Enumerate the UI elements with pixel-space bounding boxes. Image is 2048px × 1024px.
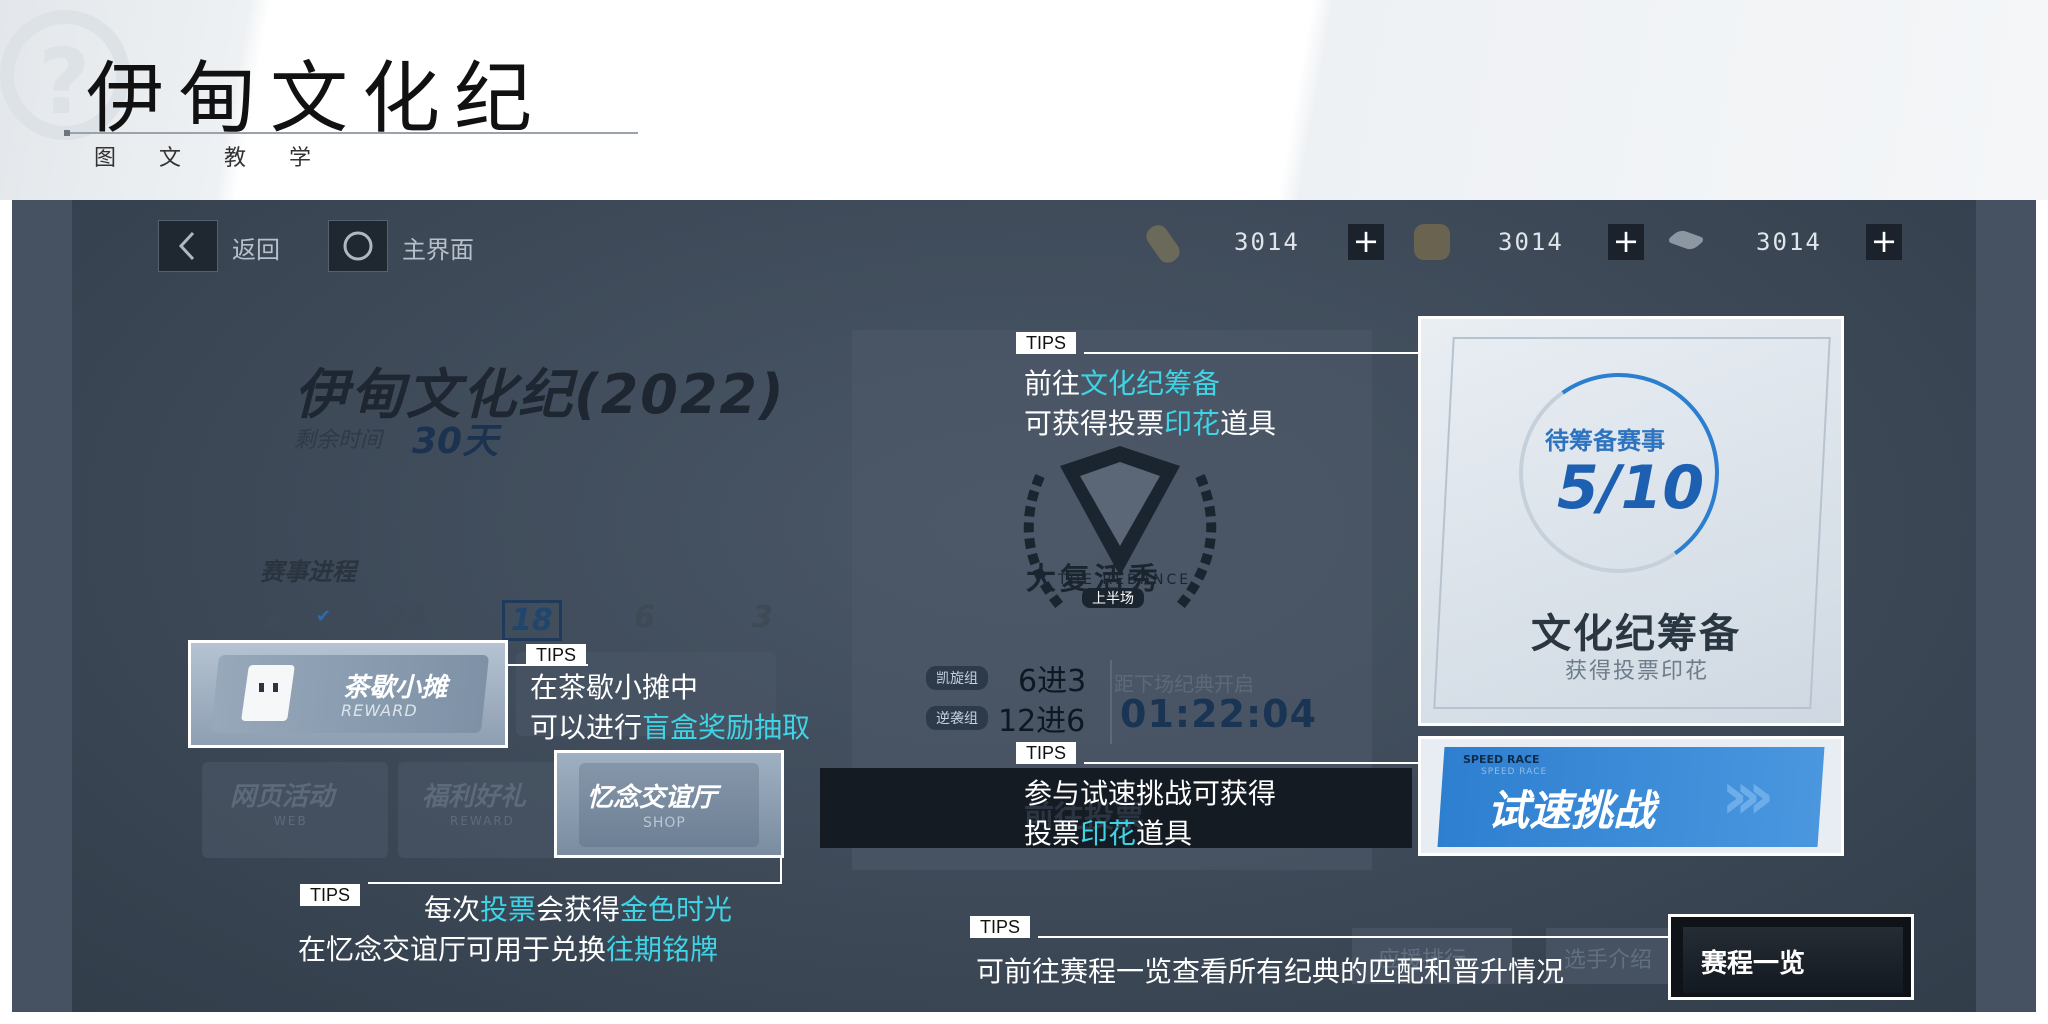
progress-stage-audition: 海选 — [260, 612, 305, 637]
question-mark-icon: ? — [38, 30, 91, 135]
add-resource-1-button[interactable]: + — [1348, 224, 1384, 260]
tip1-part-c: 可获得投票 — [1024, 407, 1165, 440]
prep-sub: 获得投票印花 — [1565, 659, 1710, 684]
speed-challenge-title: 试速挑战 — [1487, 786, 1656, 835]
tip-leader-3 — [1084, 762, 1418, 764]
memory-hall-sub: SHOP — [643, 815, 686, 831]
tip-text-4: 每次投票会获得金色时光 在忆念交谊厅可用于兑换往期铭牌 — [298, 890, 732, 970]
tip4-highlight-plate: 往期铭牌 — [606, 933, 719, 966]
tip-tag-5: TIPS — [970, 916, 1031, 938]
progress-stage-18: 18 — [502, 600, 562, 641]
add-resource-3-button[interactable]: + — [1866, 224, 1902, 260]
tip-tag-3: TIPS — [1016, 742, 1077, 764]
memory-hall-title: 忆念交谊厅 — [587, 783, 718, 813]
box-eye-right — [273, 683, 278, 692]
chevron-right-icon: ››› — [1721, 757, 1774, 834]
tip2-highlight-blindbox: 盲盒奖励抽取 — [642, 711, 811, 744]
match-value-1: 6进3 — [1018, 664, 1087, 699]
add-resource-2-button[interactable]: + — [1608, 224, 1644, 260]
prep-pending-label: 待筹备赛事 — [1545, 427, 1665, 455]
schedule-label: 赛程一览 — [1701, 949, 1806, 979]
tip-tag-2: TIPS — [526, 644, 587, 666]
tip1-highlight-stamp: 印花 — [1164, 407, 1221, 440]
back-label: 返回 — [232, 236, 280, 264]
match-group-badge-2: 逆袭组 — [926, 706, 988, 730]
chevron-left-icon — [178, 231, 195, 261]
tea-stall-button[interactable]: 茶歇小摊 REWARD — [188, 640, 508, 748]
resource-value-2: 3014 — [1498, 228, 1564, 256]
tip-text-1: 前往文化纪筹备 可获得投票印花道具 — [1024, 364, 1276, 444]
progress-stage-3: 3 — [752, 600, 773, 635]
tip-text-5: 可前往赛程一览查看所有纪典的匹配和晋升情况 — [976, 955, 1565, 988]
progress-label: 赛事进程 — [260, 558, 356, 586]
match-group-badge-1: 凯旋组 — [926, 666, 988, 690]
progress-stage-6: 6 — [634, 600, 655, 635]
home-circle-icon — [343, 231, 373, 261]
remaining-time-label: 剩余时间 — [294, 428, 383, 453]
title-divider-dot — [64, 130, 70, 136]
blind-box-icon — [241, 665, 295, 721]
tip1-highlight-prep: 文化纪筹备 — [1080, 367, 1221, 400]
resource-value-3: 3014 — [1756, 228, 1822, 256]
progress-stage-24: 24 — [386, 600, 428, 635]
tip-leader-1 — [1084, 352, 1418, 354]
page-subtitle: 图 文 教 学 — [94, 146, 329, 171]
tip4-highlight-gold: 金色时光 — [620, 893, 733, 926]
tip3-part-b: 投票 — [1024, 817, 1081, 850]
resource-value-1: 3014 — [1234, 228, 1300, 256]
title-divider — [64, 132, 638, 134]
tea-stall-title: 茶歇小摊 — [343, 673, 448, 703]
home-button[interactable] — [328, 220, 388, 272]
welfare-gift-sub: REWARD — [450, 814, 515, 828]
tea-stall-sub: REWARD — [341, 701, 418, 720]
web-activity-sub: WEB — [274, 814, 308, 828]
match-value-2: 12进6 — [998, 704, 1086, 739]
emblem-en: THE REDANCE — [1058, 572, 1192, 588]
tip2-line-1: 在茶歇小摊中 — [530, 671, 699, 704]
tip3-part-d: 道具 — [1136, 817, 1193, 850]
tip3-highlight-stamp: 印花 — [1080, 817, 1137, 850]
tip3-line-1: 参与试速挑战可获得 — [1024, 777, 1277, 810]
back-button[interactable] — [158, 220, 218, 272]
tip2-part-b: 可以进行 — [530, 711, 643, 744]
event-title: 伊甸文化纪(2022) — [294, 363, 786, 426]
memory-hall-button[interactable]: 忆念交谊厅 SHOP — [554, 750, 784, 858]
progress-track: 海选 ✔ 24 18 6 3 — [252, 600, 792, 641]
tip1-part-a: 前往 — [1024, 367, 1081, 400]
countdown-timer: 01:22:04 — [1120, 692, 1318, 736]
tip4-highlight-vote: 投票 — [480, 893, 537, 926]
tip4-part-e: 在忆念交谊厅可用于兑换 — [298, 933, 607, 966]
tip-leader-2 — [508, 664, 588, 666]
center-divider — [1110, 660, 1112, 744]
welfare-gift-title: 福利好礼 — [422, 782, 527, 812]
emblem-tag: 上半场 — [1082, 588, 1144, 608]
schedule-button[interactable]: 赛程一览 — [1668, 914, 1914, 1000]
tip-leader-4 — [368, 882, 782, 884]
box-eye-left — [259, 683, 264, 692]
tip-leader-4-vertical — [780, 856, 782, 882]
tip4-part-c: 会获得 — [536, 893, 621, 926]
speed-challenge-button[interactable]: SPEED RACE SPEED RACE 试速挑战 ››› — [1418, 736, 1844, 856]
camera-icon — [1414, 224, 1450, 260]
web-activity-title: 网页活动 — [230, 782, 335, 812]
home-label: 主界面 — [402, 236, 474, 264]
tip4-part-a: 每次 — [424, 893, 481, 926]
tip-leader-5 — [1038, 936, 1668, 938]
tip1-part-e: 道具 — [1220, 407, 1277, 440]
tip-tag-1: TIPS — [1016, 332, 1077, 354]
culture-prep-button[interactable]: 待筹备赛事 5/10 文化纪筹备 获得投票印花 — [1418, 316, 1844, 726]
tip-text-2: 在茶歇小摊中 可以进行盲盒奖励抽取 — [530, 668, 810, 748]
remaining-time-value: 30天 — [412, 421, 499, 462]
tip-text-3: 参与试速挑战可获得 投票印花道具 — [1024, 774, 1276, 854]
prep-pending-value: 5/10 — [1557, 453, 1705, 523]
check-icon: ✔ — [316, 606, 332, 627]
player-intro-label: 选手介绍 — [1564, 948, 1653, 973]
prep-title: 文化纪筹备 — [1531, 611, 1741, 657]
speed-race-en: SPEED RACE — [1463, 753, 1540, 766]
speed-race-en-2: SPEED RACE — [1481, 767, 1548, 777]
